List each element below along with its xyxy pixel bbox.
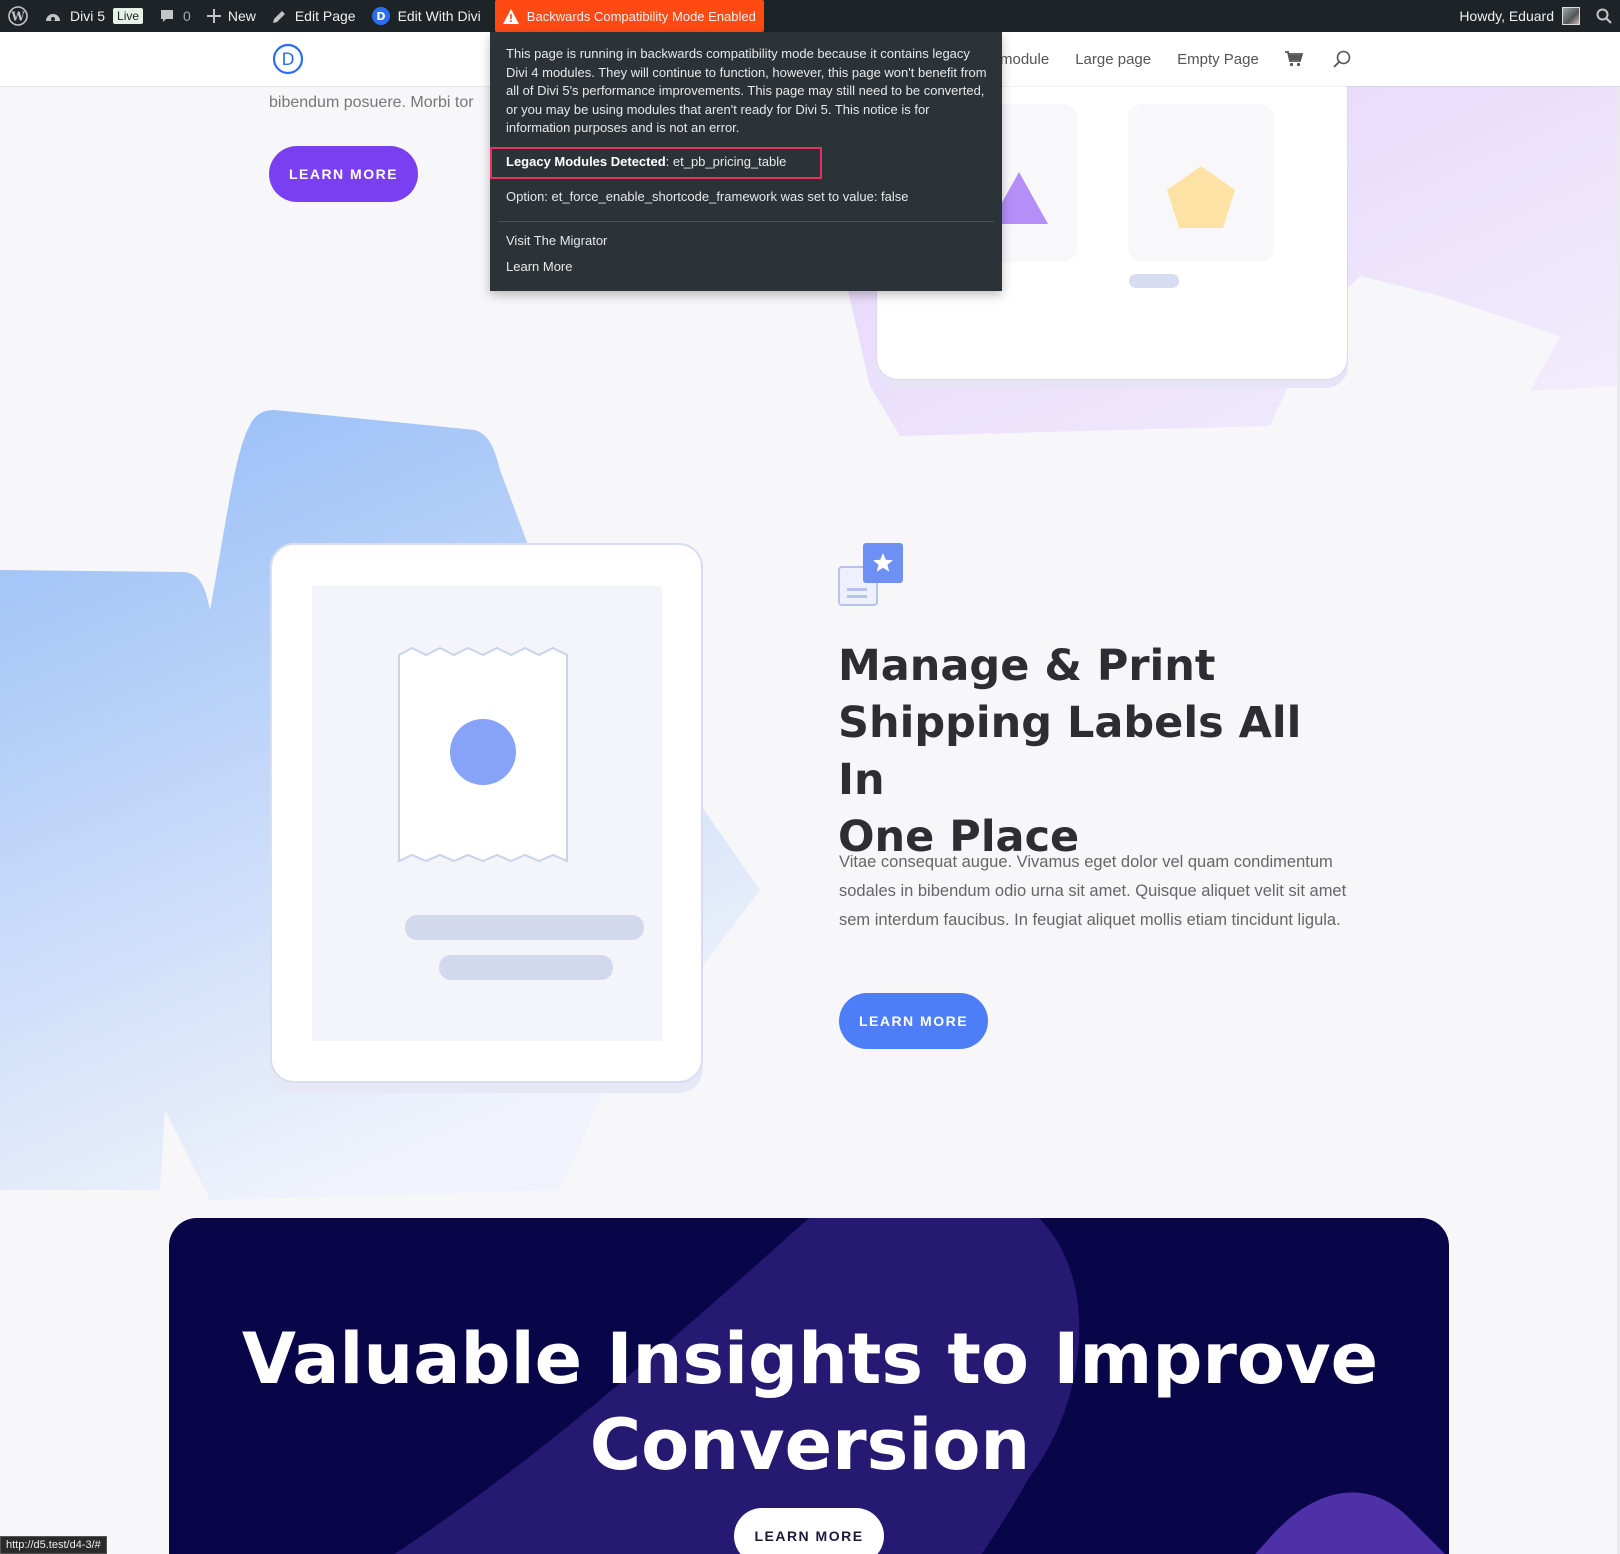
avatar [1562,7,1580,25]
nav-item-empty-page[interactable]: Empty Page [1177,51,1259,68]
new-label: New [227,8,256,24]
compat-notice-text: This page is running in backwards compat… [506,46,987,135]
svg-text:D: D [281,50,294,70]
edit-page-link[interactable]: Edit Page [264,0,364,32]
howdy-label: Howdy, Eduard [1459,8,1554,24]
svg-text:W: W [10,10,25,24]
feature-body-text: Vitae consequat augue. Vivamus eget dolo… [839,853,1347,929]
wordpress-logo-icon[interactable]: W [0,0,36,32]
visit-migrator-link[interactable]: Visit The Migrator [506,232,986,251]
warning-icon [502,8,519,24]
main-nav: module Large page Empty Page [1000,32,1381,86]
legacy-modules-label: Legacy Modules Detected [506,154,666,170]
site-name: Divi 5 [70,8,106,24]
learn-more-button-cta[interactable]: LEARN MORE [734,1508,884,1554]
edit-with-divi-link[interactable]: D Edit With Divi [364,0,489,32]
live-badge: Live [113,8,144,24]
search-icon[interactable] [1333,50,1351,68]
svg-text:D: D [376,10,385,23]
upper-paragraph: bibendum posuere. Morbi tor [269,94,474,111]
new-content-link[interactable]: New [199,0,264,32]
phone-placeholder-bar [405,915,644,940]
account-menu[interactable]: Howdy, Eduard [1451,0,1588,32]
placeholder-bar [1129,274,1179,288]
admin-bar: W Divi 5 Live 0 New Edit Page D Edit Wit… [0,0,1620,32]
cart-icon[interactable] [1284,51,1303,67]
learn-more-button-upper[interactable]: LEARN MORE [269,146,418,202]
document-star-icon [838,543,903,606]
phone-placeholder-bar [439,955,613,980]
dropdown-divider [498,221,994,222]
receipt-illustration [398,647,568,863]
shape-tile-pentagon [1128,104,1274,262]
site-name-link[interactable]: Divi 5 Live [36,0,151,32]
compat-mode-dropdown: This page is running in backwards compat… [490,32,1002,291]
divi-logo[interactable]: D [272,43,304,80]
learn-more-button-feature[interactable]: LEARN MORE [839,993,988,1049]
admin-search-icon[interactable] [1588,0,1620,32]
compat-mode-button[interactable]: Backwards Compatibility Mode Enabled [494,0,764,32]
nav-item-large-page[interactable]: Large page [1075,51,1151,68]
plus-icon [206,9,221,23]
dashboard-icon [46,14,60,21]
feature-heading: Manage & Print Shipping Labels All In On… [838,641,1302,862]
nav-item-module[interactable]: module [1000,51,1049,68]
edit-page-label: Edit Page [294,8,356,24]
comments-count: 0 [183,8,191,24]
compat-mode-label: Backwards Compatibility Mode Enabled [526,8,756,24]
option-line: Option: et_force_enable_shortcode_framew… [506,188,909,204]
legacy-modules-value: : et_pb_pricing_table [665,154,787,170]
divi-icon: D [371,7,390,25]
comment-icon [161,10,174,22]
status-bar-url: http://d5.test/d4-3/# [0,1536,107,1554]
illustration-card-phone [270,543,703,1083]
cta-title: Valuable Insights to Improve Conversion [241,1318,1379,1486]
pencil-icon [272,10,285,23]
phone-screen [312,586,662,1041]
learn-more-link[interactable]: Learn More [506,258,986,277]
comments-link[interactable]: 0 [151,0,199,32]
edit-with-divi-label: Edit With Divi [397,8,481,24]
legacy-modules-detected: Legacy Modules Detected: et_pb_pricing_t… [490,146,822,179]
